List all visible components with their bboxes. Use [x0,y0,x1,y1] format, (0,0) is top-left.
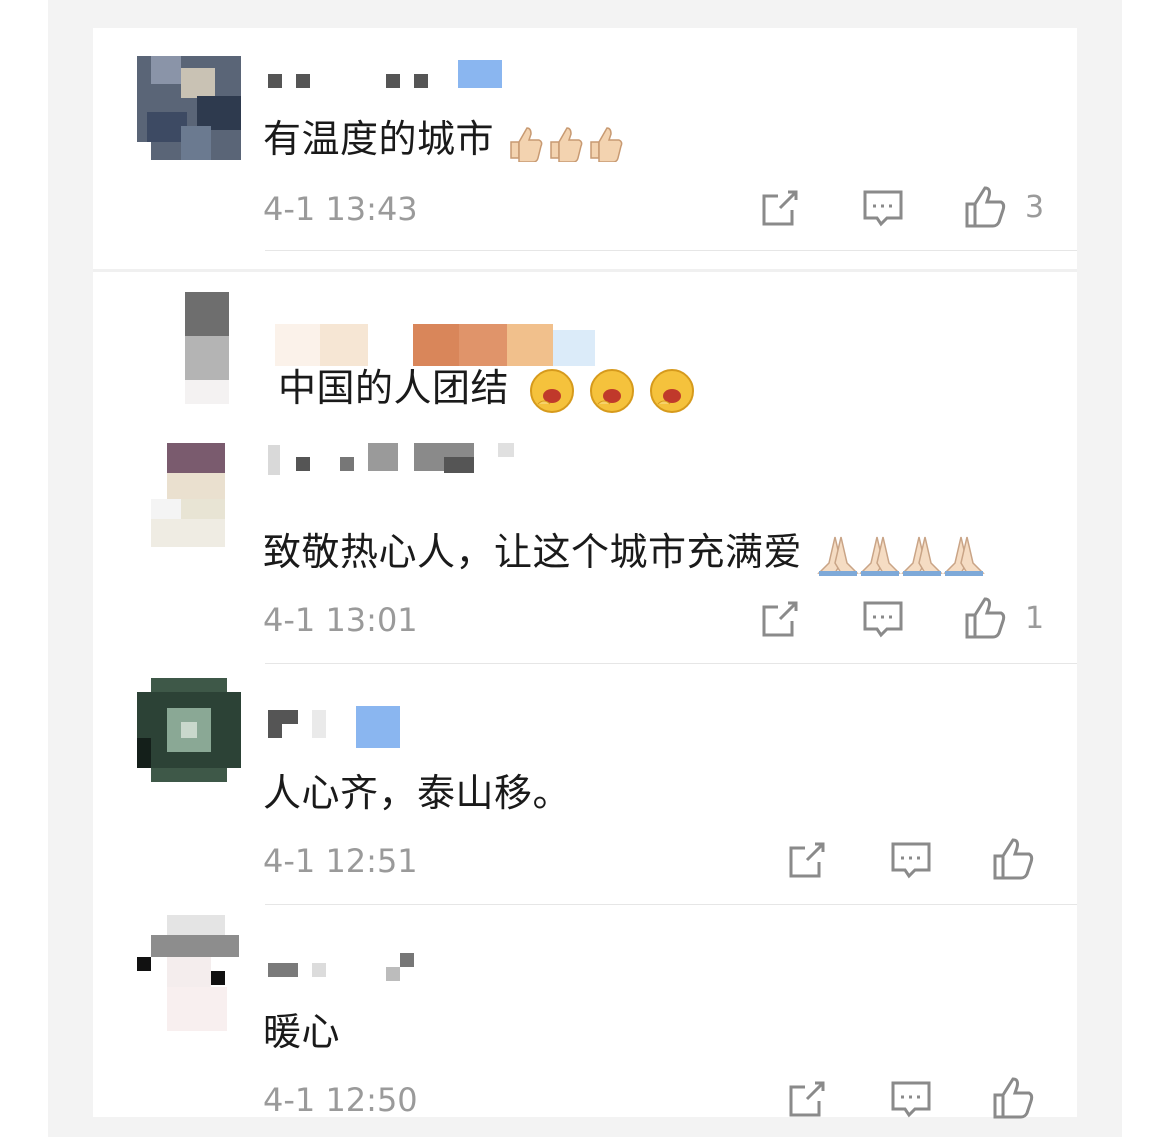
username-blurred[interactable] [268,704,408,748]
share-icon[interactable] [758,597,802,641]
avatar[interactable] [137,443,241,547]
username-blurred[interactable] [268,443,528,483]
comment-icon[interactable] [861,597,905,641]
like-count: 3 [1025,190,1045,225]
comment-text: 致敬热心人，让这个城市充满爱 [263,521,985,577]
comment-body: 人心齐，泰山移。 [263,771,572,815]
comment-time: 4-1 12:50 [263,1081,418,1119]
comment-time: 4-1 12:51 [263,842,418,880]
share-icon[interactable] [758,186,802,230]
comment-time: 4-1 13:01 [263,601,418,639]
comment-text: 中国的人团结 [278,357,702,416]
username-blurred[interactable] [268,953,428,993]
comment-item: 暖心 4-1 12:50 [93,905,1077,1119]
avatar[interactable] [137,56,241,160]
thumbs-up-icon[interactable] [963,184,1007,228]
comment-icon[interactable] [889,838,933,882]
thumbs-up-emoji [494,117,627,162]
comment-icon[interactable] [861,186,905,230]
comment-body: 暖心 [263,1010,341,1054]
username-blurred[interactable] [268,60,508,106]
thumbs-up-icon[interactable] [963,595,1007,639]
comment-body: 致敬热心人，让这个城市充满爱 [263,530,803,574]
share-icon[interactable] [785,1077,829,1121]
folded-hands-emoji [802,530,985,576]
comment-body: 中国的人团结 [278,366,510,410]
comment-item: 人心齐，泰山移。 4-1 12:51 [93,664,1077,905]
comment-list: 有温度的城市 4-1 13:43 3 中国的人团结 致敬热心人，让这个城市充满爱… [93,28,1077,1119]
comment-text: 人心齐，泰山移。 [263,762,571,817]
avatar[interactable] [153,292,233,412]
comment-item: 致敬热心人，让这个城市充满爱 4-1 13:01 1 [93,433,1077,664]
thumbs-up-icon[interactable] [991,1075,1035,1119]
share-icon[interactable] [785,838,829,882]
comment-time: 4-1 13:43 [263,190,418,228]
thumbs-up-icon[interactable] [991,836,1035,880]
comment-text: 暖心 [263,1001,340,1056]
avatar[interactable] [137,915,241,1035]
comment-body: 有温度的城市 [263,117,495,161]
comment-item: 中国的人团结 [93,272,1077,413]
divider [265,250,1077,251]
like-count: 1 [1025,601,1045,636]
avatar[interactable] [137,678,241,782]
comment-icon[interactable] [889,1077,933,1121]
comment-text: 有温度的城市 [263,108,627,163]
comment-item: 有温度的城市 4-1 13:43 3 [93,28,1077,273]
hug-face-emoji [509,366,702,413]
